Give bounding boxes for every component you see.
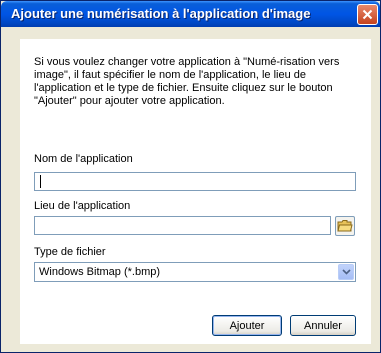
- content-panel: Si vous voulez changer votre application…: [20, 39, 371, 344]
- close-button[interactable]: [357, 4, 378, 25]
- intro-text: Si vous voulez changer votre application…: [34, 56, 340, 107]
- file-type-value: Windows Bitmap (*.bmp): [39, 266, 161, 278]
- app-location-label: Lieu de l'application: [34, 200, 131, 212]
- dropdown-button[interactable]: [338, 264, 354, 280]
- close-icon: [362, 9, 373, 20]
- folder-icon: [337, 220, 353, 232]
- window-title: Ajouter une numérisation à l'application…: [11, 6, 311, 21]
- text-caret: [40, 175, 41, 188]
- file-type-select[interactable]: Windows Bitmap (*.bmp): [34, 262, 356, 282]
- app-name-label: Nom de l'application: [34, 153, 133, 165]
- dialog-window: Ajouter une numérisation à l'application…: [0, 0, 381, 353]
- browse-button[interactable]: [335, 216, 355, 236]
- add-button[interactable]: Ajouter: [212, 315, 282, 336]
- cancel-button[interactable]: Annuler: [290, 315, 356, 336]
- app-name-field[interactable]: [34, 172, 356, 191]
- title-bar[interactable]: Ajouter une numérisation à l'application…: [1, 1, 380, 27]
- app-location-field[interactable]: [34, 216, 331, 235]
- chevron-down-icon: [341, 269, 351, 275]
- file-type-label: Type de fichier: [34, 246, 106, 258]
